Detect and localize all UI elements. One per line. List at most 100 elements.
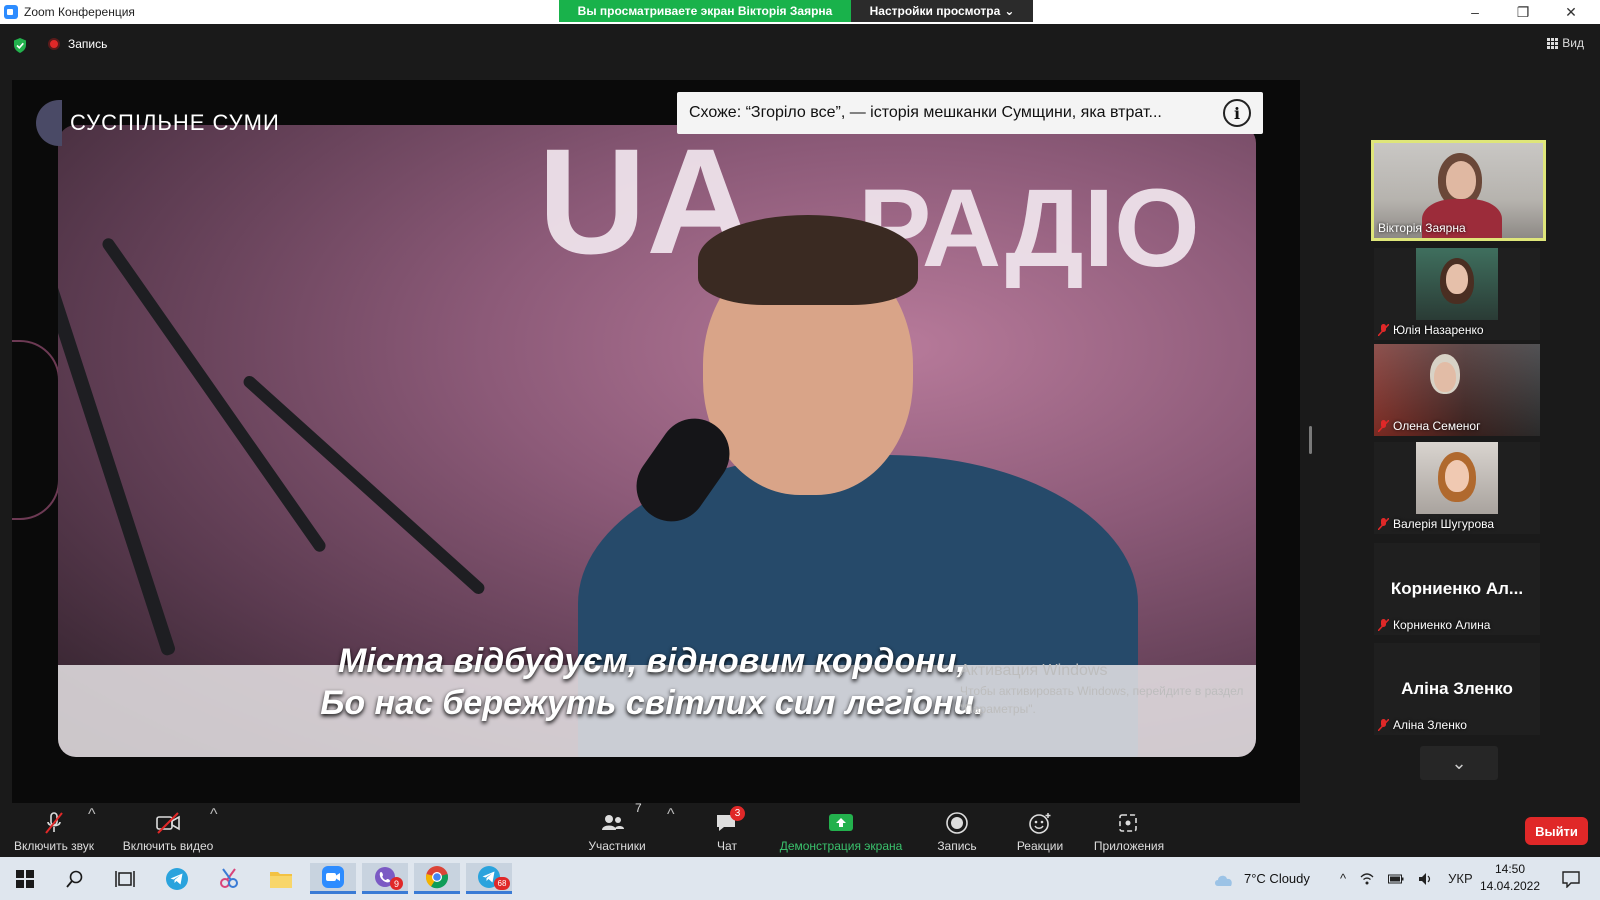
window-titlebar: Zoom Конференция Вы просматриваете экран… xyxy=(0,0,1600,24)
muted-mic-icon xyxy=(1378,619,1389,631)
telegram-desktop-icon[interactable]: 68 xyxy=(466,863,512,894)
screen-share-banner: Вы просматриваете экран Вікторія Заярна xyxy=(559,0,851,22)
file-explorer-icon[interactable] xyxy=(258,863,304,894)
viber-icon[interactable]: 9 xyxy=(362,863,408,894)
chevron-down-icon: ⌄ xyxy=(1004,4,1015,18)
audio-options-caret-icon[interactable]: ^ xyxy=(88,806,96,824)
shared-screen[interactable]: UA РАДІО СУСПІЛЬНЕ СУМИ Схоже: “Згоріло … xyxy=(12,80,1300,803)
share-screen-button[interactable]: Демонстрация экрана xyxy=(772,803,910,857)
unmute-label: Включить звук xyxy=(13,839,95,853)
maximize-button[interactable]: ❐ xyxy=(1500,0,1546,24)
video-title[interactable]: Схоже: “Згоріло все”, — історія мешканки… xyxy=(689,104,1223,122)
chat-label: Чат xyxy=(717,839,737,853)
video-off-icon xyxy=(156,812,180,834)
participant-face xyxy=(1446,161,1476,199)
apps-button[interactable]: Приложения xyxy=(1086,803,1172,857)
wifi-icon[interactable] xyxy=(1360,872,1374,886)
participant-tile-viktoriia[interactable]: Вікторія Заярна xyxy=(1371,140,1546,241)
start-video-button[interactable]: Включить видео xyxy=(116,803,220,857)
meeting-topbar: Запись Вид xyxy=(0,24,1600,64)
participant-name: Олена Семеног xyxy=(1378,419,1480,433)
chrome-icon[interactable] xyxy=(414,863,460,894)
activation-text: Чтобы активировать Windows, перейдите в … xyxy=(960,684,1244,716)
apps-label: Приложения xyxy=(1093,839,1165,853)
share-screen-icon xyxy=(829,814,853,831)
start-video-label: Включить видео xyxy=(122,839,214,853)
volume-icon[interactable] xyxy=(1418,872,1434,886)
chevron-up-icon[interactable]: ^ xyxy=(1340,871,1346,886)
participant-tile-kornienko[interactable]: Корниенко Ал... Корниенко Алина xyxy=(1374,543,1540,635)
telegram-icon[interactable] xyxy=(154,863,200,894)
muted-mic-icon xyxy=(1378,719,1389,731)
chat-button[interactable]: 3 Чат xyxy=(700,803,754,857)
participant-tile-yuliia[interactable]: Юлія Назаренко xyxy=(1374,248,1540,340)
subtitle-line: Бо нас бережуть світлих сил легіони. xyxy=(320,684,984,722)
video-subtitles: Міста відбудуєм, відновим кордони, Бо на… xyxy=(312,640,992,724)
leave-meeting-button[interactable]: Выйти xyxy=(1525,817,1588,845)
zoom-app-icon xyxy=(4,5,18,19)
participant-tile-valeriia[interactable]: Валерія Шугурова xyxy=(1374,442,1540,534)
channel-logo-mark xyxy=(36,100,62,146)
grid-icon xyxy=(1547,37,1559,49)
subtitle-line: Міста відбудуєм, відновим кордони, xyxy=(337,642,966,680)
presenter-hair xyxy=(698,215,918,305)
minimize-button[interactable]: – xyxy=(1452,0,1498,24)
search-icon[interactable] xyxy=(52,863,98,894)
record-button[interactable]: Запись xyxy=(930,803,984,857)
reactions-label: Реакции xyxy=(1016,839,1064,853)
video-options-caret-icon[interactable]: ^ xyxy=(210,806,218,824)
telegram-badge: 68 xyxy=(494,877,510,890)
recording-label[interactable]: Запись xyxy=(68,37,107,51)
participant-name: Юлія Назаренко xyxy=(1378,323,1484,337)
video-title-bar[interactable]: Схоже: “Згоріло все”, — історія мешканки… xyxy=(677,92,1263,134)
viber-badge: 9 xyxy=(390,877,403,890)
view-settings-label: Настройки просмотра xyxy=(869,4,1001,18)
participant-tile-zlenko[interactable]: Аліна Зленко Аліна Зленко xyxy=(1374,643,1540,735)
muted-mic-icon xyxy=(1378,518,1389,530)
security-shield-icon[interactable] xyxy=(13,38,27,53)
weather-widget[interactable]: 7°C Cloudy xyxy=(1212,857,1310,900)
participants-label: Участники xyxy=(588,839,646,853)
share-screen-label: Демонстрация экрана xyxy=(779,839,903,853)
unmute-button[interactable]: Включить звук xyxy=(8,803,100,857)
meeting-toolbar: Включить звук ^ Включить видео ^ 7 Участ… xyxy=(0,801,1600,857)
view-settings-button[interactable]: Настройки просмотра ⌄ xyxy=(851,0,1033,22)
activation-title: Активация Windows xyxy=(960,662,1108,679)
cloud-icon xyxy=(1215,875,1232,886)
muted-mic-icon xyxy=(1378,324,1389,336)
snipping-tool-icon[interactable] xyxy=(206,863,252,894)
windows-start-icon[interactable] xyxy=(2,863,48,894)
battery-icon[interactable] xyxy=(1388,873,1404,885)
participant-name: Валерія Шугурова xyxy=(1378,517,1494,531)
participants-button[interactable]: 7 Участники xyxy=(580,801,654,857)
reactions-button[interactable]: Реакции xyxy=(1008,803,1072,857)
language-indicator[interactable]: УКР xyxy=(1448,871,1473,886)
participants-scroll-down-button[interactable]: ⌄ xyxy=(1420,746,1498,780)
taskbar-clock[interactable]: 14:50 14.04.2022 xyxy=(1474,861,1546,895)
view-button[interactable]: Вид xyxy=(1547,36,1584,50)
system-tray: ^ УКР xyxy=(1340,857,1473,900)
info-icon[interactable]: i xyxy=(1223,99,1251,127)
participant-face xyxy=(1434,362,1456,392)
participant-name: Вікторія Заярна xyxy=(1378,221,1466,235)
weather-text: 7°C Cloudy xyxy=(1244,871,1310,886)
participant-name: Корниенко Алина xyxy=(1378,618,1490,632)
windows-activation-watermark: Активация Windows Чтобы активировать Win… xyxy=(960,662,1260,718)
clock-date: 14.04.2022 xyxy=(1479,879,1541,893)
task-view-icon[interactable] xyxy=(102,863,148,894)
window-title: Zoom Конференция xyxy=(24,5,135,19)
notifications-icon[interactable] xyxy=(1554,863,1588,894)
windows-taskbar: 9 68 7°C Cloudy ^ УКР 14:50 14.04.2022 xyxy=(0,857,1600,900)
decorative-ring xyxy=(12,340,60,520)
participant-display-name: Корниенко Ал... xyxy=(1390,579,1524,598)
record-label: Запись xyxy=(937,839,977,853)
channel-logo: СУСПІЛЬНЕ СУМИ xyxy=(36,100,280,146)
zoom-taskbar-icon[interactable] xyxy=(310,863,356,894)
participants-options-caret-icon[interactable]: ^ xyxy=(667,806,675,824)
close-button[interactable]: ✕ xyxy=(1548,0,1594,24)
record-icon xyxy=(946,812,968,834)
panel-resize-handle[interactable] xyxy=(1309,426,1312,454)
view-label: Вид xyxy=(1562,36,1584,50)
clock-time: 14:50 xyxy=(1494,862,1526,876)
participant-tile-olena[interactable]: Олена Семеног xyxy=(1374,344,1540,436)
